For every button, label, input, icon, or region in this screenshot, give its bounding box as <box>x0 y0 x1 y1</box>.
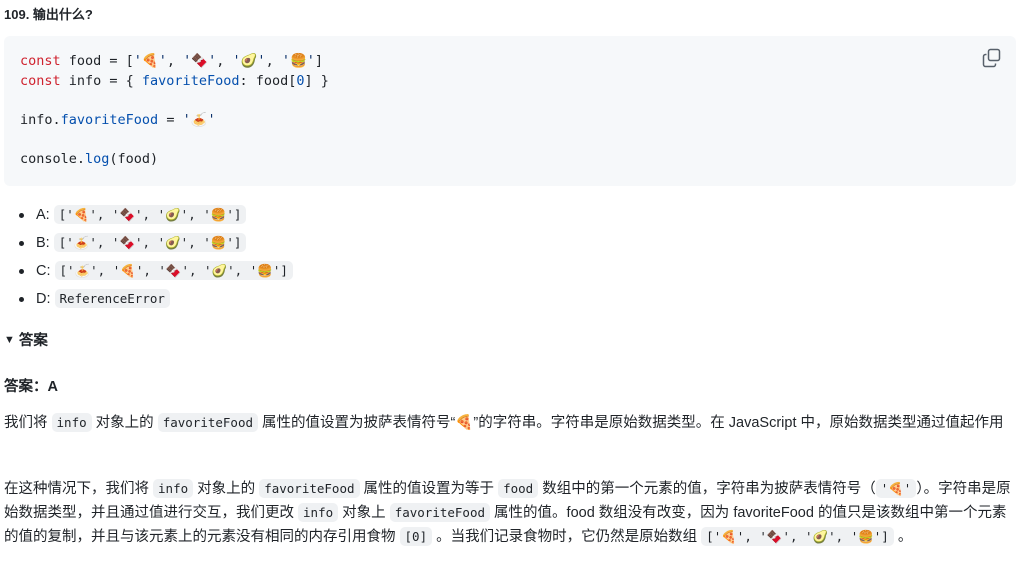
inline-code: info <box>298 503 339 522</box>
code-token: favoriteFood <box>141 72 240 89</box>
answer-heading: 答案：A <box>4 379 58 395</box>
option-label: A: <box>36 207 50 223</box>
code-line: const info = { favoriteFood: food[0] } <box>20 73 329 89</box>
paragraph-text: 对象上的 <box>91 415 158 431</box>
code-token: log <box>85 150 110 167</box>
code-token: (food) <box>109 150 159 167</box>
code-token: 0 <box>296 72 305 89</box>
summary-label: 答案 <box>18 333 48 349</box>
code-token: , <box>166 53 184 69</box>
code-token: console. <box>20 150 86 167</box>
paragraph-text: 在这种情况下，我们将 <box>4 481 154 497</box>
code-token: ] <box>314 53 324 69</box>
code-token: const <box>20 72 61 89</box>
code-token: const <box>20 53 61 69</box>
inline-code: favoriteFood <box>157 413 259 432</box>
option-code: ['🍝', '🍕', '🍫', '🥑', '🍔'] <box>54 261 293 280</box>
option-item: D: ReferenceError <box>0 288 293 316</box>
option-label: B: <box>36 235 50 251</box>
code-token: = <box>158 111 183 128</box>
paragraph-text: 我们将 <box>4 415 52 431</box>
inline-code: info <box>51 413 92 432</box>
option-item: A: ['🍕', '🍫', '🥑', '🍔'] <box>0 204 293 232</box>
copy-icon[interactable] <box>982 48 1002 68</box>
code-token: '🍫' <box>183 53 217 69</box>
option-item: C: ['🍝', '🍕', '🍫', '🥑', '🍔'] <box>0 260 293 288</box>
inline-code: [0] <box>399 527 433 546</box>
inline-code: food <box>498 479 539 498</box>
explanation-paragraph: 我们将 info 对象上的 favoriteFood 属性的值设置为披萨表情符号… <box>4 411 1016 435</box>
code-token: , <box>265 53 282 69</box>
code-line: const food = ['🍕', '🍫', '🥑', '🍔'] <box>20 53 323 69</box>
option-item: B: ['🍝', '🍫', '🥑', '🍔'] <box>0 232 293 260</box>
inline-code: favoriteFood <box>389 503 491 522</box>
code-line: info.favoriteFood = '🍝' <box>20 112 216 128</box>
option-code: ['🍕', '🍫', '🥑', '🍔'] <box>53 205 247 224</box>
triangle-down-icon: ▼ <box>4 333 15 346</box>
question-title: 109. 输出什么? <box>4 7 93 22</box>
code-token: info = { <box>60 72 142 89</box>
options-list: A: ['🍕', '🍫', '🥑', '🍔'] B: ['🍝', '🍫', '🥑'… <box>0 204 293 316</box>
code-line: console.log(food) <box>20 151 158 167</box>
paragraph-text: 。当我们记录食物时，它仍然是原始数组 <box>432 529 702 545</box>
answer-summary-toggle[interactable]: ▼ 答案 <box>4 329 48 350</box>
code-token: , <box>216 53 233 69</box>
explanation-paragraph: 在这种情况下，我们将 info 对象上的 favoriteFood 属性的值设置… <box>4 477 1016 549</box>
code-content: const food = ['🍕', '🍫', '🥑', '🍔'] const … <box>20 52 329 170</box>
option-label: D: <box>36 291 51 307</box>
code-block: const food = ['🍕', '🍫', '🥑', '🍔'] const … <box>4 36 1016 186</box>
option-label: C: <box>36 263 51 279</box>
code-token: info. <box>20 111 61 128</box>
code-token: food = [ <box>60 53 134 69</box>
code-token: favoriteFood <box>60 111 159 128</box>
option-code: ['🍝', '🍫', '🥑', '🍔'] <box>53 233 247 252</box>
paragraph-text: 属性的值设置为披萨表情符号“🍕”的字符串。字符串是原始数据类型。在 JavaSc… <box>258 415 1004 431</box>
code-token: '🍕' <box>133 53 167 69</box>
code-token: '🍝' <box>182 111 216 128</box>
option-code: ReferenceError <box>54 289 170 308</box>
paragraph-text: 。 <box>893 529 913 545</box>
inline-code: favoriteFood <box>259 479 360 498</box>
inline-code: ['🍕', '🍫', '🥑', '🍔'] <box>701 527 894 546</box>
paragraph-text: 对象上 <box>338 505 390 521</box>
paragraph-text: 对象上的 <box>193 481 260 497</box>
paragraph-text: 属性的值设置为等于 <box>359 481 499 497</box>
inline-code: info <box>153 479 194 498</box>
inline-code: '🍕' <box>875 479 917 498</box>
code-token: ] } <box>304 72 329 89</box>
code-token: '🥑' <box>232 53 266 69</box>
page: 109. 输出什么? const food = ['🍕', '🍫', '🥑', … <box>0 0 1023 583</box>
code-token: '🍔' <box>281 53 315 69</box>
paragraph-text: 数组中的第一个元素的值，字符串为披萨表情符号（ <box>538 481 876 497</box>
code-token: : food[ <box>239 72 297 89</box>
